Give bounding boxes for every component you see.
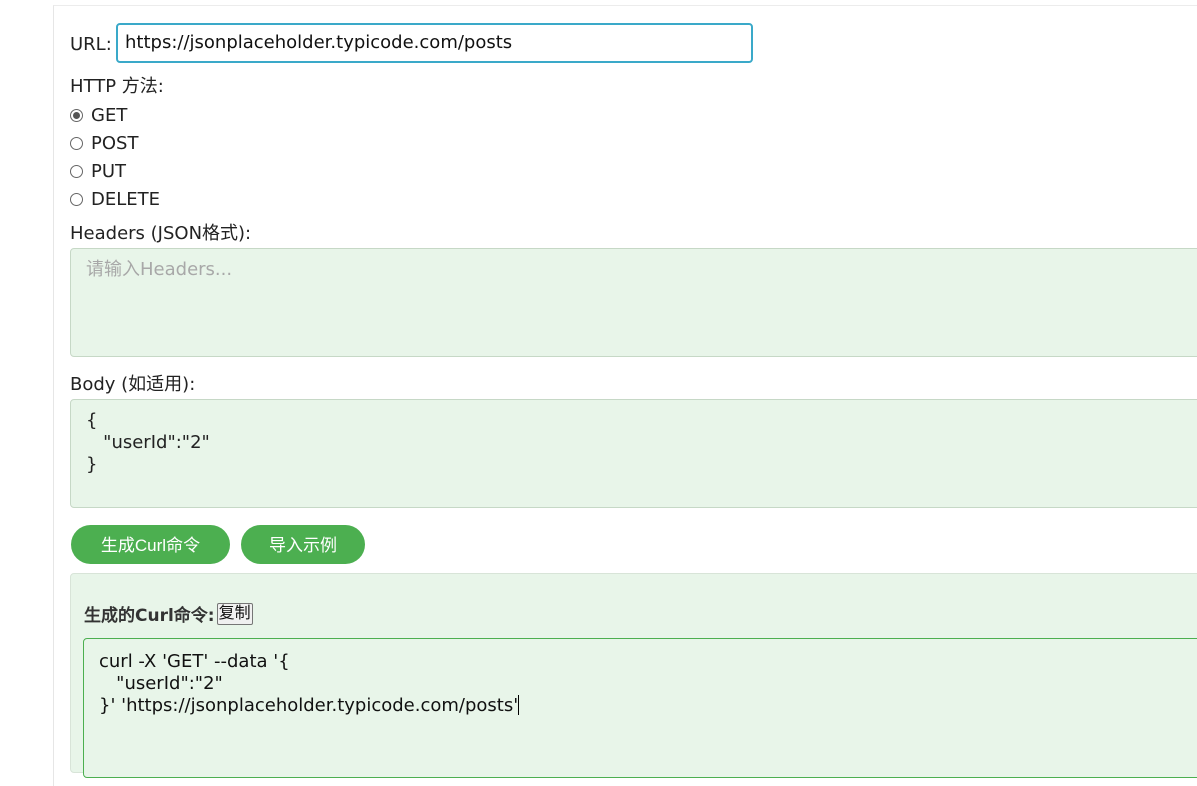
- curl-command-text: curl -X 'GET' --data '{ "userId":"2" }' …: [99, 651, 519, 716]
- text-caret: [518, 695, 520, 715]
- body-label: Body (如适用):: [70, 374, 196, 395]
- radio-put[interactable]: [70, 164, 83, 178]
- method-option-put[interactable]: PUT: [70, 159, 126, 183]
- method-option-label: PUT: [91, 160, 127, 182]
- radio-post[interactable]: [70, 136, 83, 150]
- radio-delete[interactable]: [70, 192, 83, 206]
- method-option-delete[interactable]: DELETE: [70, 187, 160, 211]
- headers-placeholder: 请输入Headers...: [86, 259, 233, 280]
- result-title: 生成的Curl命令: 复制: [84, 601, 253, 626]
- curl-command-output[interactable]: curl -X 'GET' --data '{ "userId":"2" }' …: [83, 638, 1197, 778]
- method-option-label: POST: [91, 132, 139, 154]
- generate-curl-button[interactable]: 生成Curl命令: [71, 525, 230, 564]
- radio-get[interactable]: [70, 108, 83, 122]
- url-label: URL:: [70, 34, 112, 55]
- copy-button[interactable]: 复制: [216, 602, 253, 625]
- import-example-button[interactable]: 导入示例: [241, 525, 365, 564]
- headers-textarea[interactable]: 请输入Headers...: [70, 248, 1197, 357]
- headers-label: Headers (JSON格式):: [70, 223, 252, 244]
- method-option-get[interactable]: GET: [70, 103, 127, 127]
- result-title-text: 生成的Curl命令:: [84, 606, 215, 626]
- method-option-post[interactable]: POST: [70, 131, 138, 155]
- http-method-label: HTTP 方法:: [70, 76, 164, 97]
- body-textarea[interactable]: { "userId":"2" }: [70, 399, 1197, 508]
- method-option-label: GET: [91, 104, 128, 126]
- url-input[interactable]: https://jsonplaceholder.typicode.com/pos…: [116, 23, 753, 63]
- method-option-label: DELETE: [91, 188, 161, 210]
